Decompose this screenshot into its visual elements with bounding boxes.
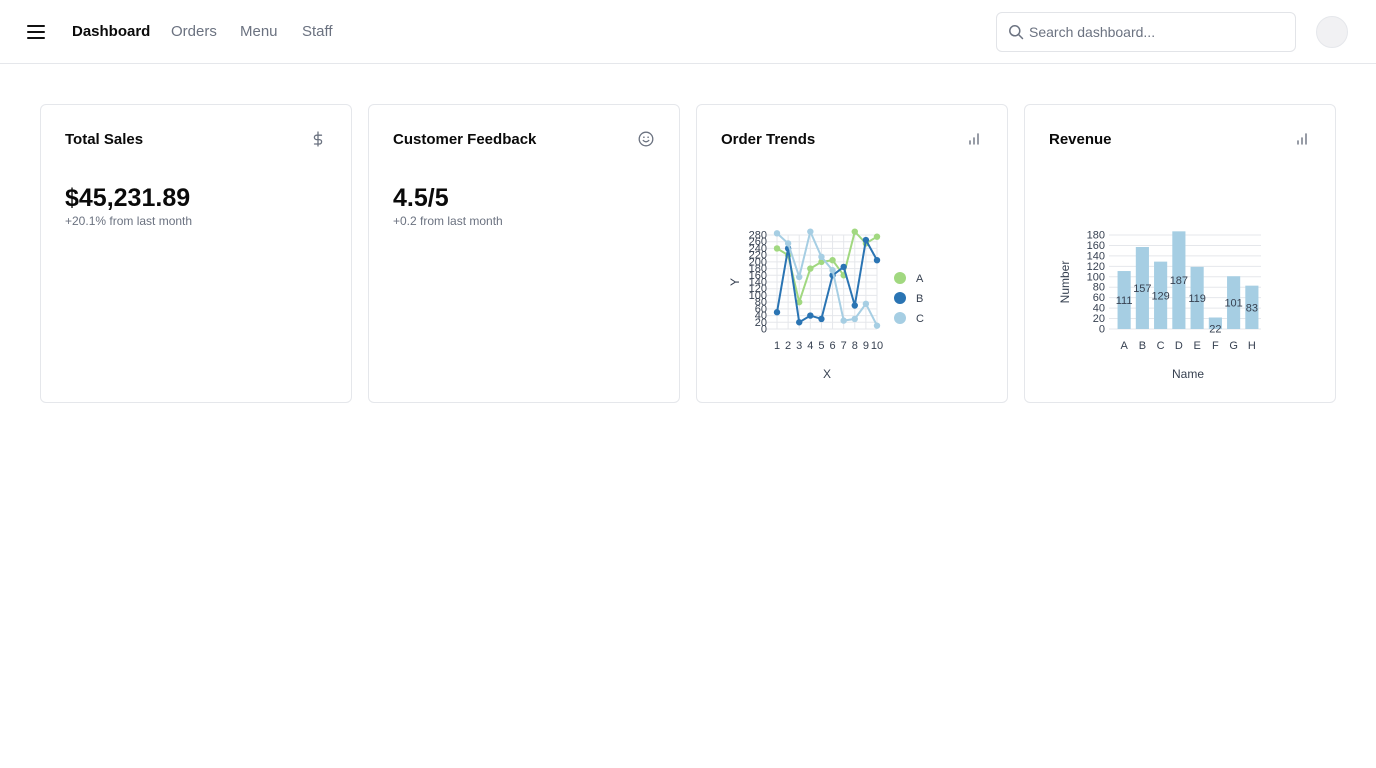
series-point-A (851, 228, 858, 235)
x-tick-label: H (1248, 340, 1256, 352)
bar-value-label: 101 (1224, 298, 1242, 310)
y-tick-label: 0 (1099, 324, 1105, 336)
x-tick-label: F (1212, 340, 1219, 352)
legend-label: A (916, 273, 924, 285)
total-sales-value: $45,231.89 (65, 184, 191, 212)
x-tick-label: A (1120, 340, 1128, 352)
search-icon (1009, 25, 1024, 40)
x-tick-label: B (1139, 340, 1146, 352)
search-box (996, 12, 1296, 52)
revenue-card: Revenue 0 20 40 60 80 100 120 140 160 180 111 A 157 B… (1024, 104, 1336, 403)
series-point-C (773, 230, 781, 237)
legend-label: B (916, 293, 923, 305)
legend-label: C (916, 313, 924, 325)
feedback-value: 4.5/5 (393, 184, 449, 212)
y-tick-label: 180 (1087, 230, 1105, 242)
x-tick-label: D (1175, 340, 1183, 352)
series-point-C (796, 273, 803, 281)
legend-marker-A (894, 272, 906, 284)
series-point-B (818, 315, 825, 323)
x-tick-label: G (1229, 340, 1238, 352)
x-tick-label: 6 (829, 340, 835, 352)
nav-menu[interactable]: Menu (240, 22, 278, 42)
y-tick-label: 160 (1087, 240, 1105, 252)
nav-orders[interactable]: Orders (171, 22, 217, 42)
user-avatar[interactable] (1316, 16, 1348, 48)
series-point-C (840, 317, 847, 324)
order-trends-chart: 0204060801001201401601802002202402602801… (728, 228, 924, 381)
legend-marker-C (894, 312, 906, 324)
card-title: Total Sales (65, 131, 144, 148)
series-point-C (829, 267, 836, 274)
series-point-C (873, 322, 881, 329)
series-point-A (807, 265, 814, 272)
y-tick-label: 80 (1093, 282, 1105, 294)
x-tick-label: 10 (871, 340, 883, 352)
bar-value-label: 157 (1133, 283, 1151, 295)
series-point-C (818, 253, 825, 261)
x-tick-label: 1 (774, 340, 780, 352)
total-sales-card: Total Sales $45,231.89 +20.1% from last … (40, 104, 352, 403)
bar-value-label: 111 (1116, 295, 1133, 307)
x-tick-label: 3 (796, 340, 802, 352)
x-tick-label: 8 (852, 340, 858, 352)
x-tick-label: 2 (785, 340, 791, 352)
y-tick-label: 20 (1093, 313, 1105, 325)
revenue-chart: 020406080100120140160180 111 A 157 B 129 C 187 D… (1058, 230, 1261, 381)
order-trends-card: Order Trends 0 20 40 60 80 100 120 140 160 180 200… (696, 104, 1008, 403)
series-point-C (862, 300, 870, 308)
series-point-B (851, 302, 858, 309)
bar-value-label: 187 (1170, 275, 1188, 287)
series-point-A (873, 233, 881, 240)
series-point-A (773, 245, 781, 252)
series-point-B (773, 309, 781, 316)
series-point-C (807, 228, 814, 235)
nav-staff[interactable]: Staff (302, 22, 333, 42)
series-point-A (829, 256, 836, 264)
bar-value-label: 119 (1188, 293, 1206, 305)
x-tick-label: E (1193, 340, 1200, 352)
series-point-B (873, 256, 881, 264)
bar-value-label: 83 (1246, 302, 1258, 314)
hamburger-menu-icon[interactable] (26, 22, 46, 42)
customer-feedback-card: Customer Feedback 4.5/5 +0.2 from last m… (368, 104, 680, 403)
y-tick-label: 100 (1087, 271, 1105, 283)
y-tick-label: 280 (749, 230, 767, 242)
x-tick-label: C (1157, 340, 1165, 352)
series-point-B (796, 319, 803, 326)
y-tick-label: 140 (1087, 250, 1105, 262)
legend-marker-B (894, 292, 906, 304)
dollar-icon (313, 131, 323, 147)
bar-value-label: 129 (1151, 290, 1169, 302)
x-tick-label: 5 (818, 340, 824, 352)
series-point-B (807, 312, 814, 319)
nav-dashboard[interactable]: Dashboard (72, 22, 150, 42)
top-navbar: Dashboard Orders Menu Staff (0, 0, 1376, 64)
series-point-B (862, 236, 870, 244)
x-tick-label: 4 (807, 340, 813, 352)
y-axis-label: Number (1058, 261, 1072, 304)
y-tick-label: 40 (1093, 303, 1105, 315)
y-tick-label: 60 (1093, 292, 1105, 304)
bar-value-label: 22 (1209, 324, 1221, 336)
total-sales-delta: +20.1% from last month (65, 214, 193, 228)
series-point-B (840, 263, 847, 271)
x-tick-label: 9 (863, 340, 869, 352)
x-tick-label: 7 (841, 340, 847, 352)
series-point-C (851, 315, 858, 323)
feedback-delta: +0.2 from last month (393, 214, 503, 228)
x-axis-label: X (823, 367, 831, 381)
card-title: Customer Feedback (393, 131, 537, 148)
smile-icon (638, 131, 654, 147)
series-point-C (784, 240, 792, 247)
y-axis-label: Y (728, 278, 742, 286)
y-tick-label: 120 (1087, 261, 1105, 273)
search-input[interactable] (1029, 13, 1289, 51)
x-axis-label: Name (1172, 367, 1204, 381)
